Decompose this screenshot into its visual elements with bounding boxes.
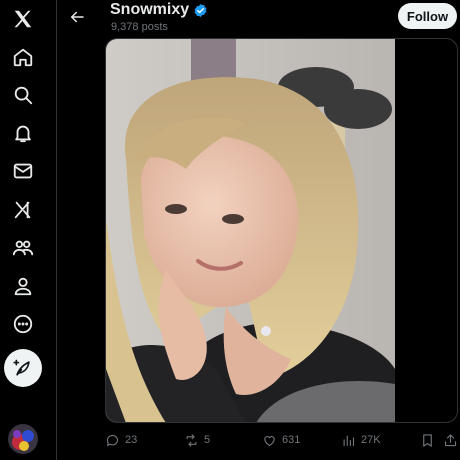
x-logo-icon[interactable] bbox=[4, 0, 42, 38]
post-photo[interactable] bbox=[106, 39, 395, 422]
back-arrow-icon bbox=[71, 11, 84, 23]
home-icon[interactable] bbox=[4, 38, 42, 76]
messages-icon[interactable] bbox=[4, 152, 42, 190]
compose-button[interactable] bbox=[4, 349, 42, 387]
verified-badge-icon bbox=[194, 3, 207, 17]
left-nav bbox=[0, 0, 46, 460]
grok-icon[interactable] bbox=[4, 191, 42, 229]
compose-icon bbox=[13, 359, 30, 376]
back-button[interactable] bbox=[63, 3, 91, 31]
nav-divider bbox=[56, 0, 57, 460]
repost-count: 5 bbox=[204, 434, 211, 446]
like-count: 631 bbox=[282, 434, 301, 446]
follow-button[interactable]: Follow bbox=[398, 3, 457, 29]
media-frame bbox=[105, 38, 458, 423]
share-button[interactable] bbox=[443, 429, 458, 451]
search-icon[interactable] bbox=[4, 76, 42, 114]
share-icon bbox=[444, 433, 457, 446]
communities-icon[interactable] bbox=[4, 229, 42, 267]
more-icon[interactable] bbox=[4, 305, 42, 343]
views-button[interactable]: 27K bbox=[341, 429, 381, 451]
post-actions: 23 5 631 27K bbox=[0, 429, 460, 451]
profile-title: Snowmixy bbox=[110, 1, 208, 19]
heart-icon bbox=[264, 435, 275, 446]
profile-name: Snowmixy bbox=[110, 1, 190, 18]
views-icon bbox=[343, 435, 355, 446]
reply-icon bbox=[106, 434, 119, 446]
reply-count: 23 bbox=[125, 434, 138, 446]
notifications-icon[interactable] bbox=[4, 114, 42, 152]
view-count: 27K bbox=[361, 434, 381, 446]
repost-button[interactable]: 5 bbox=[184, 429, 210, 451]
bookmark-button[interactable] bbox=[420, 429, 435, 451]
like-button[interactable]: 631 bbox=[262, 429, 300, 451]
repost-icon bbox=[186, 433, 197, 447]
reply-button[interactable]: 23 bbox=[105, 429, 137, 451]
bookmark-icon bbox=[423, 433, 432, 447]
profile-icon[interactable] bbox=[4, 267, 42, 305]
post-count: 9,378 posts bbox=[111, 21, 168, 33]
